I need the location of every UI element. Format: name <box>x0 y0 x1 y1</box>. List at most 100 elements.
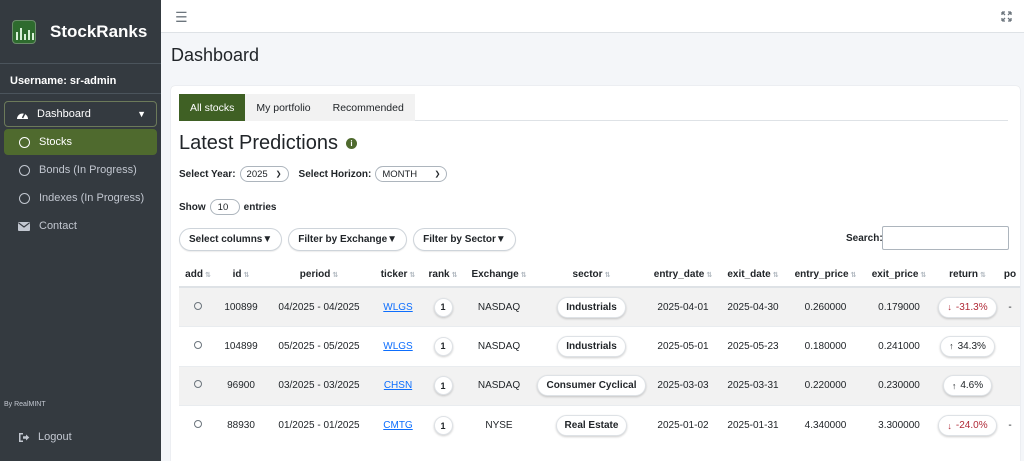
column-header-label: exit_price <box>871 268 919 280</box>
predictions-card: All stocks My portfolio Recommended Late… <box>171 86 1020 461</box>
arrow-down-icon: ↓ <box>947 302 952 312</box>
sidebar-item-label: Dashboard <box>37 108 91 120</box>
ticker-link[interactable]: WLGS <box>383 341 412 352</box>
cell-exit-price: 0.241000 <box>878 340 920 352</box>
sort-icon: ⇅ <box>243 271 250 279</box>
filter-sector-button[interactable]: Filter by Sector▼ <box>413 228 516 251</box>
search-label: Search: <box>846 233 883 244</box>
cell-entry-date: 2025-04-01 <box>657 301 709 313</box>
sidebar-item-indexes[interactable]: Indexes (In Progress) <box>4 185 157 211</box>
column-header-label: rank <box>428 268 450 280</box>
column-header[interactable]: exit_price ⇅ <box>863 262 935 288</box>
column-header[interactable]: Exchange ⇅ <box>463 262 535 288</box>
year-select[interactable]: 2025 ❯ <box>239 166 289 182</box>
cell-exchange: NASDAQ <box>477 301 521 313</box>
column-header-label: Exchange <box>471 268 519 280</box>
cell-exit-date: 2025-04-30 <box>727 301 779 313</box>
arrow-down-icon: ↓ <box>947 420 952 431</box>
add-radio[interactable] <box>194 340 202 349</box>
info-icon[interactable]: i <box>345 138 357 149</box>
sidebar-item-stocks[interactable]: Stocks <box>4 129 157 155</box>
top-navbar: ☰ <box>161 0 1024 33</box>
cell-period: 03/2025 - 03/2025 <box>278 380 360 392</box>
sidebar-item-dashboard[interactable]: Dashboard ▼ <box>4 101 157 127</box>
year-label: Select Year: <box>179 168 236 180</box>
horizon-select[interactable]: MONTH ❯ <box>375 166 448 182</box>
logo-icon <box>12 19 36 44</box>
column-header-label: exit_date <box>727 268 771 280</box>
return-value: 4.6% <box>960 380 984 392</box>
chevron-down-icon: ❯ <box>275 171 282 178</box>
cell-po: - <box>1008 301 1012 313</box>
sidebar-item-label: Bonds (In Progress) <box>39 164 137 176</box>
column-header[interactable]: entry_price ⇅ <box>788 262 863 288</box>
tab-recommended[interactable]: Recommended <box>321 94 415 121</box>
horizon-label: Select Horizon: <box>298 168 372 180</box>
column-header[interactable]: return ⇅ <box>935 262 1000 288</box>
cell-period: 05/2025 - 05/2025 <box>278 340 360 352</box>
cell-exit-date: 2025-03-31 <box>727 380 779 392</box>
column-header[interactable]: sector ⇅ <box>535 262 648 288</box>
filter-exchange-button[interactable]: Filter by Exchange▼ <box>288 228 408 251</box>
cell-id: 96900 <box>227 380 255 392</box>
page-title: Dashboard <box>171 45 260 65</box>
cell-period: 04/2025 - 04/2025 <box>278 301 360 313</box>
cell-exit-date: 2025-01-31 <box>727 420 779 431</box>
ticker-link[interactable]: CHSN <box>384 380 412 391</box>
sidebar-item-bonds[interactable]: Bonds (In Progress) <box>4 157 157 183</box>
select-columns-button[interactable]: Select columns▼ <box>179 228 283 251</box>
username-label: Username: sr-admin <box>0 68 161 94</box>
column-header-label: id <box>232 268 242 280</box>
logout-button[interactable]: Logout <box>18 431 72 443</box>
column-header[interactable]: rank ⇅ <box>423 262 463 288</box>
cell-entry-date: 2025-05-01 <box>657 340 709 352</box>
entries-select[interactable]: 10 <box>209 199 240 215</box>
ticker-link[interactable]: WLGS <box>383 302 412 313</box>
column-header-label: entry_date <box>653 268 705 280</box>
column-header[interactable]: po <box>1000 262 1020 288</box>
tab-my-portfolio[interactable]: My portfolio <box>245 94 322 121</box>
circle-icon <box>17 135 31 149</box>
sort-icon: ⇅ <box>332 271 339 279</box>
filter-buttons: Select columns▼ Filter by Exchange▼ Filt… <box>179 228 522 251</box>
sidebar-nav: Dashboard ▼ Stocks Bonds (In Progress) I… <box>0 94 161 239</box>
sort-icon: ⇅ <box>706 271 713 279</box>
section-title-text: Latest Predictions <box>179 132 338 154</box>
table-body: 100899 04/2025 - 04/2025 WLGS 1 NASDAQ Indust… <box>179 286 1020 445</box>
arrow-up-icon: ↑ <box>951 380 957 391</box>
sort-icon: ⇅ <box>604 271 611 279</box>
column-header[interactable]: entry_date ⇅ <box>648 262 718 288</box>
arrow-up-icon: ↑ <box>949 341 954 352</box>
column-header-label: sector <box>572 268 603 280</box>
column-header[interactable]: period ⇅ <box>265 262 373 288</box>
content-header: Dashboard <box>161 33 1024 79</box>
table-row: 104899 05/2025 - 05/2025 WLGS 1 NASDAQ Indust… <box>179 326 1020 366</box>
add-radio[interactable] <box>194 380 202 389</box>
search-input[interactable] <box>882 226 1009 250</box>
add-radio[interactable] <box>194 420 202 428</box>
predictions-table: add ⇅ id ⇅ period ⇅ ticker ⇅ rank ⇅ Exchange ⇅ secto… <box>179 262 1020 445</box>
ticker-link[interactable]: CMTG <box>383 420 412 431</box>
cell-exchange: NASDAQ <box>477 380 521 392</box>
rank-badge: 1 <box>433 297 453 317</box>
brand[interactable]: StockRanks <box>0 0 161 64</box>
return-value: -31.3% <box>955 301 988 313</box>
cell-po: - <box>1008 420 1012 431</box>
cell-id: 88930 <box>227 420 255 431</box>
column-header-label: ticker <box>380 268 408 280</box>
column-header[interactable]: ticker ⇅ <box>373 262 423 288</box>
column-header[interactable]: exit_date ⇅ <box>718 262 788 288</box>
fullscreen-icon[interactable] <box>1001 9 1012 27</box>
hamburger-icon[interactable]: ☰ <box>175 9 188 26</box>
tab-all-stocks[interactable]: All stocks <box>179 94 246 121</box>
cell-id: 100899 <box>224 301 258 313</box>
chevron-down-icon: ▼ <box>137 109 146 119</box>
sort-icon: ⇅ <box>850 271 857 279</box>
add-radio[interactable] <box>194 301 202 310</box>
column-header[interactable]: add ⇅ <box>179 262 217 288</box>
sidebar-item-contact[interactable]: Contact <box>4 213 157 239</box>
column-header[interactable]: id ⇅ <box>217 262 265 288</box>
table-row: 100899 04/2025 - 04/2025 WLGS 1 NASDAQ Indust… <box>179 286 1020 327</box>
logout-label: Logout <box>38 431 72 443</box>
cell-exit-price: 0.230000 <box>878 380 920 392</box>
